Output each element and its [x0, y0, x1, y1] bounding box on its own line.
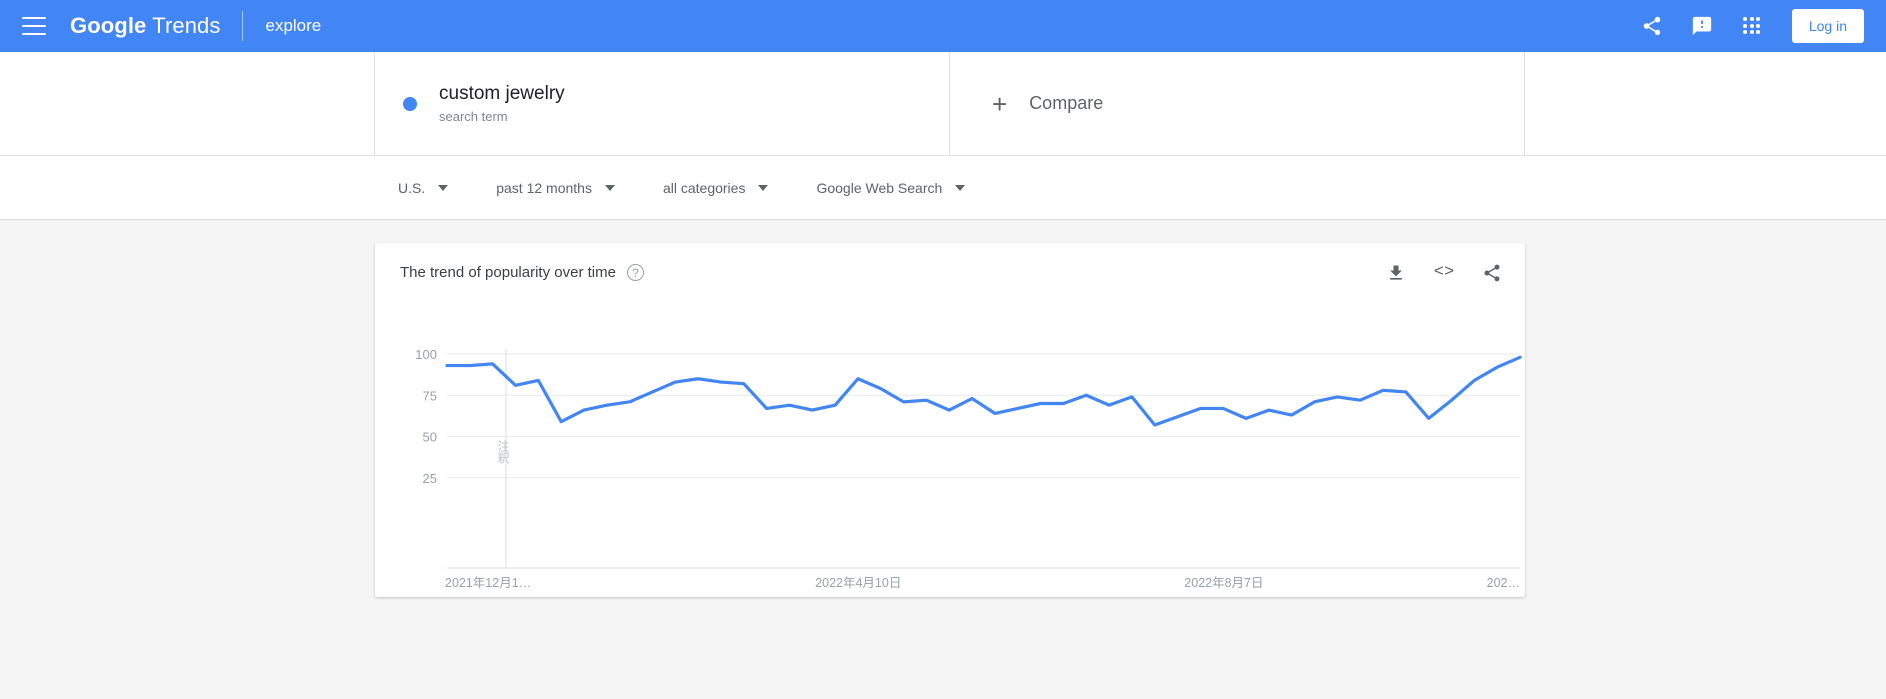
hamburger-icon[interactable]	[22, 17, 46, 35]
filter-search-type-label: Google Web Search	[816, 179, 943, 196]
header-actions: Log in	[1640, 9, 1864, 43]
search-term-row: custom jewelry search term + Compare	[0, 52, 1886, 156]
search-term-name: custom jewelry	[439, 82, 565, 104]
brand-trends: Trends	[152, 13, 221, 38]
filter-search-type[interactable]: Google Web Search	[816, 179, 966, 196]
chart-actions: <>	[1385, 262, 1503, 284]
chart-title: The trend of popularity over time	[400, 264, 616, 281]
trend-chart[interactable]: 100 75 50 25 注釈 2021年12月1… 2022年4月10日 2022年8月7日…	[375, 302, 1525, 597]
search-term-type: search term	[439, 108, 508, 124]
term-row-right-spacer	[1525, 52, 1886, 155]
app-header: Google Trends explore Log in	[0, 0, 1886, 52]
chevron-down-icon	[758, 184, 769, 191]
login-button[interactable]: Log in	[1791, 9, 1864, 43]
download-icon[interactable]	[1385, 262, 1407, 284]
x-axis-tick-label: 2021年12月1…	[445, 576, 531, 590]
brand-google: Google	[70, 13, 147, 38]
y-axis-tick-label: 25	[423, 471, 437, 486]
search-term-text: custom jewelry search term	[439, 81, 565, 127]
chevron-down-icon	[604, 184, 615, 191]
feedback-icon[interactable]	[1690, 14, 1714, 38]
x-axis-tick-label: 202…	[1487, 576, 1520, 590]
filter-location-label: U.S.	[398, 179, 426, 196]
share-icon[interactable]	[1481, 262, 1503, 284]
filter-category-label: all categories	[662, 179, 746, 196]
help-circle-icon[interactable]: ?	[626, 264, 644, 281]
main-content: The trend of popularity over time ? <> 1…	[0, 220, 1886, 597]
header-divider	[242, 11, 244, 41]
share-icon[interactable]	[1640, 14, 1664, 38]
x-axis-tick-label: 2022年4月10日	[815, 576, 901, 590]
series-color-dot	[403, 96, 417, 111]
filter-time-range-label: past 12 months	[496, 179, 592, 196]
chart-card-header: The trend of popularity over time ? <>	[375, 243, 1525, 302]
apps-grid-icon[interactable]	[1740, 14, 1764, 38]
compare-button[interactable]: + Compare	[950, 52, 1525, 155]
x-axis-tick-label: 2022年8月7日	[1184, 576, 1263, 590]
trend-chart-svg[interactable]: 100 75 50 25 注釈 2021年12月1… 2022年4月10日 2022年8月7日…	[375, 302, 1525, 597]
filter-category[interactable]: all categories	[663, 180, 769, 196]
y-axis-tick-label: 100	[415, 347, 437, 362]
filter-location[interactable]: U.S.	[398, 179, 449, 196]
filter-bar: U.S. past 12 months all categories Googl…	[0, 156, 1886, 220]
trend-chart-card: The trend of popularity over time ? <> 1…	[375, 243, 1525, 597]
embed-glyph: <>	[1433, 263, 1455, 282]
compare-label: Compare	[1029, 93, 1104, 113]
plus-icon: +	[992, 88, 1008, 119]
filter-time-range[interactable]: past 12 months	[496, 180, 615, 196]
explore-label[interactable]: explore	[265, 16, 321, 36]
embed-code-icon[interactable]: <>	[1433, 262, 1455, 284]
search-term-card[interactable]: custom jewelry search term	[375, 52, 950, 155]
term-row-left-spacer	[0, 52, 375, 155]
trend-line	[445, 355, 1522, 427]
chevron-down-icon	[438, 184, 449, 191]
chevron-down-icon	[955, 184, 966, 191]
y-axis-tick-label: 75	[423, 388, 437, 403]
google-trends-logo[interactable]: Google Trends	[70, 13, 220, 39]
annotation-label: 注釈	[496, 438, 510, 463]
y-axis-tick-label: 50	[423, 430, 437, 445]
